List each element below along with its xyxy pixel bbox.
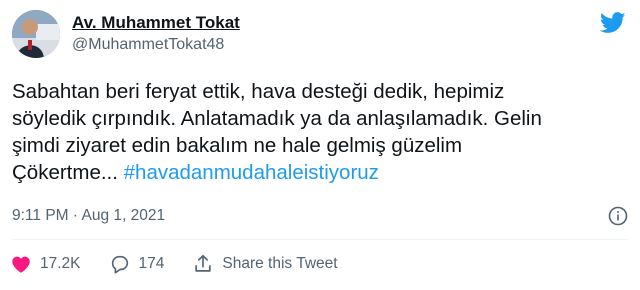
tweet-line-1: Sabahtan beri feryat ettik, hava desteği… — [12, 80, 505, 103]
tweet-actions: 17.2K 174 Share this Tweet — [10, 250, 366, 278]
timestamp[interactable]: 9:11 PM · Aug 1, 2021 — [12, 207, 165, 225]
reply-icon — [111, 255, 128, 274]
replies-count: 174 — [138, 255, 165, 272]
twitter-bird-icon[interactable] — [599, 12, 626, 34]
display-name[interactable]: Av. Muhammet Tokat — [72, 12, 240, 34]
like-button[interactable]: 17.2K — [10, 253, 81, 275]
reply-button[interactable]: 174 — [109, 253, 165, 275]
tweet-header: Av. Muhammet Tokat @MuhammetTokat48 — [12, 10, 240, 58]
divider — [12, 239, 628, 240]
avatar[interactable] — [12, 10, 60, 58]
share-icon — [195, 254, 212, 272]
tweet-line-3: şimdi ziyaret edin bakalım ne hale gelmi… — [12, 134, 463, 157]
avatar-photo — [12, 10, 60, 58]
heart-icon — [12, 256, 30, 273]
user-names: Av. Muhammet Tokat @MuhammetTokat48 — [72, 12, 240, 56]
user-handle[interactable]: @MuhammetTokat48 — [72, 34, 240, 56]
tweet-line-2: söyledik çırpındık. Anlatamadık ya da an… — [12, 107, 542, 130]
info-icon[interactable] — [608, 206, 628, 226]
share-label: Share this Tweet — [222, 255, 338, 272]
tweet-line-4: Çökertme... — [12, 161, 124, 184]
share-button[interactable]: Share this Tweet — [192, 253, 338, 275]
hashtag-link[interactable]: #havadanmudahaleistiyoruz — [124, 161, 379, 184]
tweet-text: Sabahtan beri feryat ettik, hava desteği… — [12, 78, 628, 186]
tweet-card: Av. Muhammet Tokat @MuhammetTokat48 Saba… — [0, 0, 640, 290]
likes-count: 17.2K — [40, 255, 81, 272]
tweet-meta: 9:11 PM · Aug 1, 2021 — [12, 205, 628, 227]
